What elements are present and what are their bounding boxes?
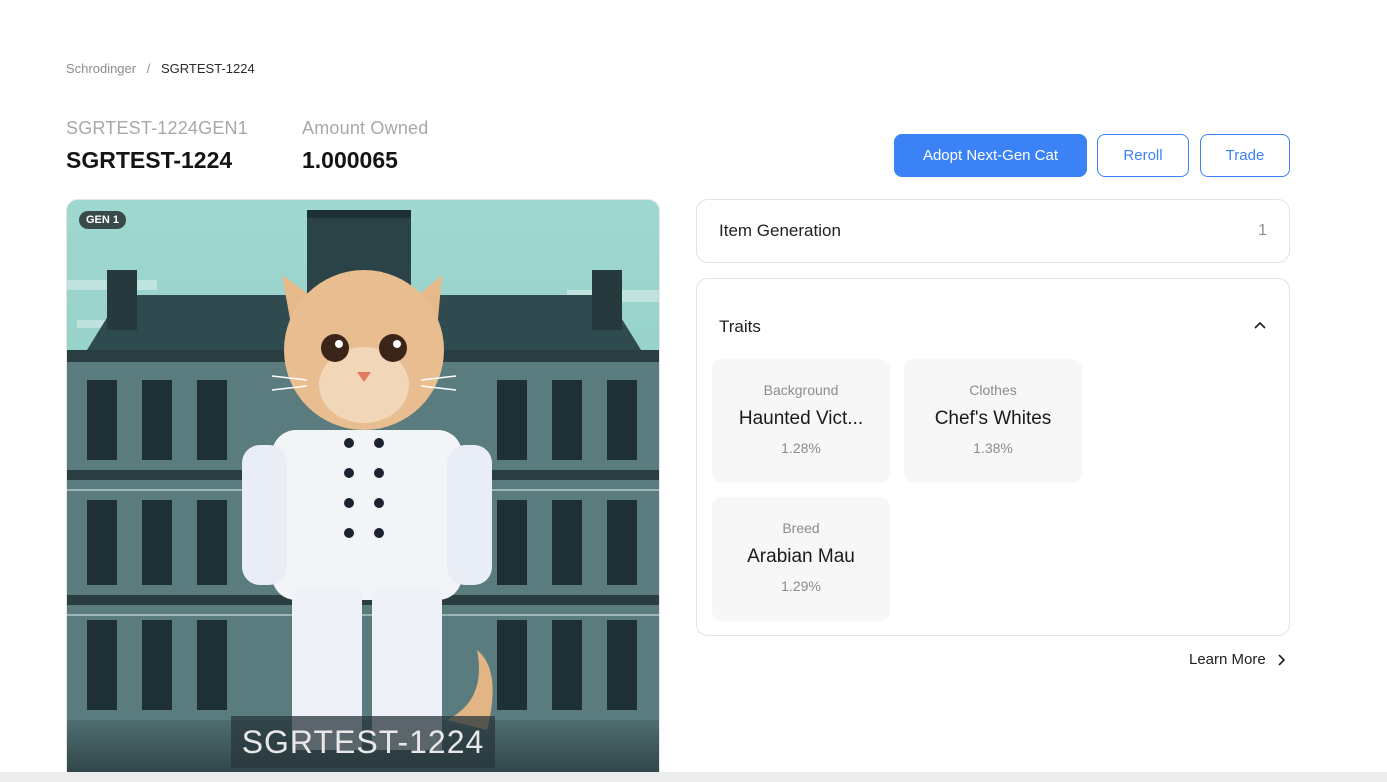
trait-percent: 1.28% (781, 440, 821, 456)
adopt-next-gen-button[interactable]: Adopt Next-Gen Cat (894, 134, 1087, 177)
item-generation-panel: Item Generation 1 (696, 199, 1290, 263)
traits-title: Traits (719, 317, 761, 336)
item-generation-label: Item Generation (719, 221, 841, 240)
trait-value: Haunted Vict... (738, 408, 864, 429)
trait-name: Breed (782, 520, 820, 536)
trait-card-clothes: Clothes Chef's Whites 1.38% (904, 359, 1082, 483)
trait-percent: 1.38% (973, 440, 1013, 456)
breadcrumb: Schrodinger / SGRTEST-1224 (66, 61, 255, 76)
amount-block: Amount Owned 1.000065 (302, 118, 428, 174)
reroll-button[interactable]: Reroll (1097, 134, 1189, 177)
traits-panel: Traits Background Haunted Vict... 1.28% … (696, 278, 1290, 636)
trait-name: Background (763, 382, 839, 398)
item-gen-subtitle: SGRTEST-1224GEN1 (66, 118, 248, 138)
breadcrumb-current: SGRTEST-1224 (160, 61, 255, 76)
learn-more-link[interactable]: Learn More (1189, 651, 1286, 668)
item-title: SGRTEST-1224 (66, 147, 233, 173)
image-caption: SGRTEST-1224 (231, 716, 495, 768)
amount-value: 1.000065 (302, 147, 398, 173)
trait-card-breed: Breed Arabian Mau 1.29% (712, 497, 890, 621)
trait-name: Clothes (969, 382, 1017, 398)
cat-illustration (67, 200, 659, 781)
breadcrumb-separator: / (146, 61, 151, 76)
item-name-block: SGRTEST-1224GEN1 SGRTEST-1224 (66, 118, 248, 174)
chevron-right-icon (1278, 653, 1285, 666)
horizontal-scrollbar[interactable] (0, 772, 1387, 782)
trade-button[interactable]: Trade (1200, 134, 1290, 177)
trait-value: Arabian Mau (747, 546, 855, 567)
cat-image-card: GEN 1 SGRTEST-1224 (66, 199, 660, 782)
learn-more-label: Learn More (1189, 651, 1266, 668)
item-generation-value: 1 (1258, 222, 1267, 239)
trait-percent: 1.29% (781, 578, 821, 594)
trait-value: Chef's Whites (934, 408, 1052, 429)
breadcrumb-root[interactable]: Schrodinger (66, 61, 136, 76)
trait-card-background: Background Haunted Vict... 1.28% (712, 359, 890, 483)
gen-badge: GEN 1 (79, 211, 127, 229)
amount-label: Amount Owned (302, 118, 429, 138)
chevron-up-icon[interactable] (1251, 317, 1269, 335)
